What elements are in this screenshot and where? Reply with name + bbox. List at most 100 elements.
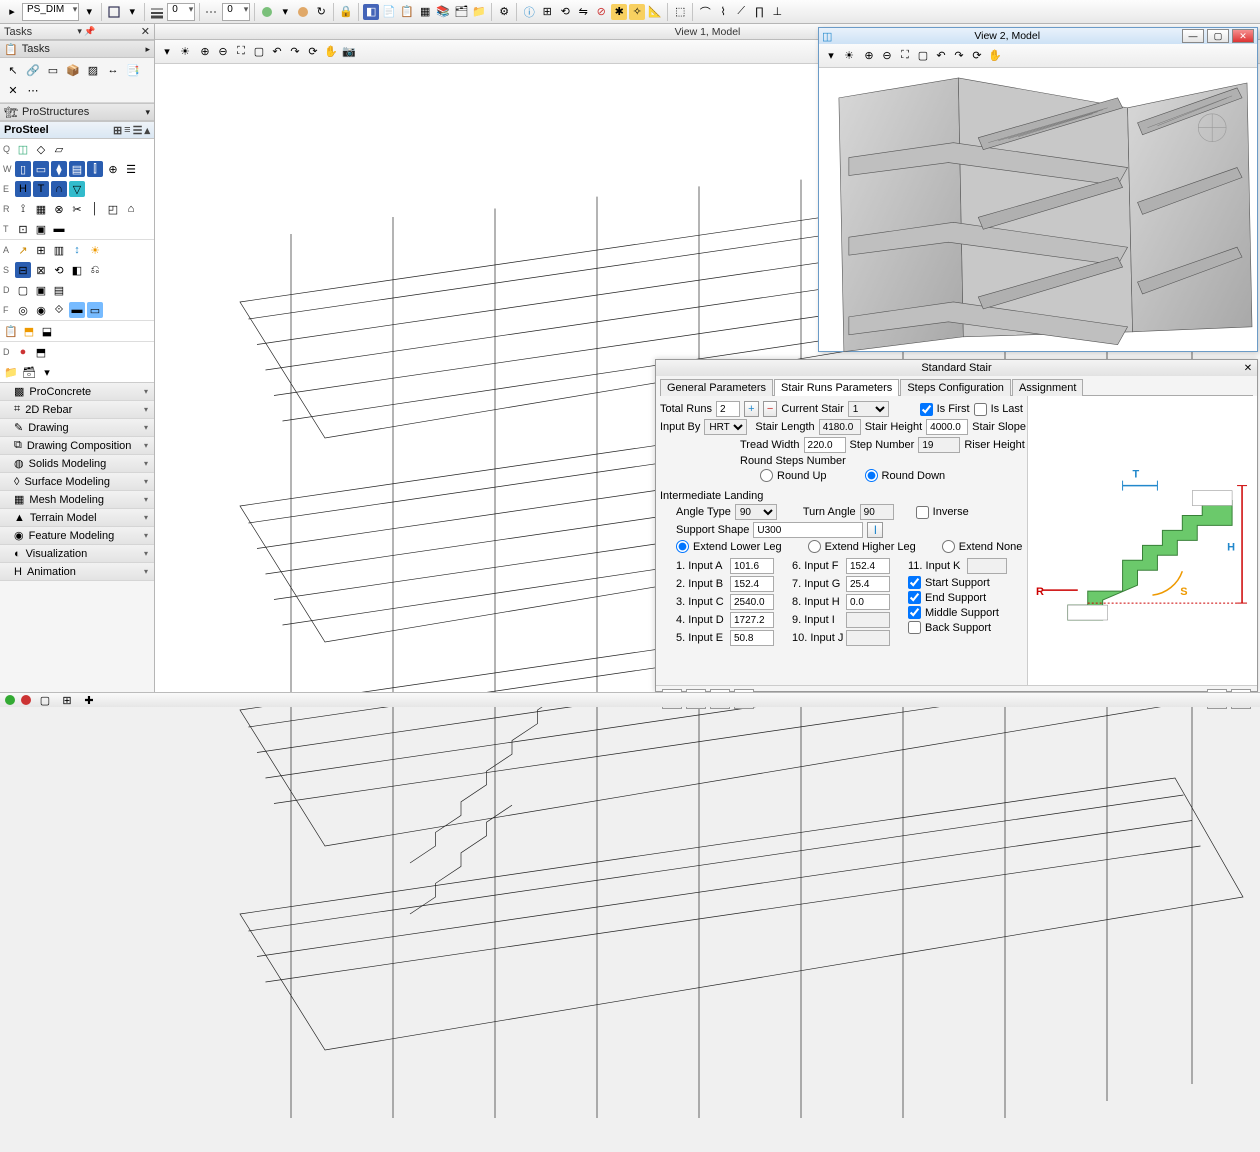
middle-support-checkbox[interactable]: [908, 606, 921, 619]
linetype-combo[interactable]: 0: [222, 3, 250, 21]
dialog-close-icon[interactable]: ✕: [1241, 361, 1255, 373]
d2-icon[interactable]: ▣: [33, 282, 49, 298]
end-support-checkbox[interactable]: [908, 591, 921, 604]
view2-header[interactable]: ◫ View 2, Model — ▢ ✕: [819, 28, 1257, 44]
prevview-icon[interactable]: ↶: [269, 44, 285, 60]
input-b[interactable]: [730, 576, 774, 592]
cube2-icon[interactable]: ▦: [417, 4, 433, 20]
a1-icon[interactable]: ↗: [15, 242, 31, 258]
minimize-button[interactable]: —: [1182, 29, 1204, 43]
rotateview-icon[interactable]: ⟳: [305, 44, 321, 60]
prevview-icon[interactable]: ↶: [933, 48, 949, 64]
copy2-icon[interactable]: 📑: [124, 61, 142, 79]
view-menu-icon[interactable]: ▾: [159, 44, 175, 60]
input-by-select[interactable]: HRT: [704, 419, 747, 435]
view-grid-icon[interactable]: ⊞: [113, 124, 122, 137]
is-first-checkbox[interactable]: [920, 403, 933, 416]
tab-steps[interactable]: Steps Configuration: [900, 379, 1011, 396]
brace-icon[interactable]: ⧫: [51, 161, 67, 177]
s5-icon[interactable]: ⎌: [87, 262, 103, 278]
view-menu-icon[interactable]: ▾: [823, 48, 839, 64]
back-support-checkbox[interactable]: [908, 621, 921, 634]
prosteel-section[interactable]: ProSteel ⊞ ≡ ☰ ▴: [0, 121, 154, 139]
group-proconcrete[interactable]: ▩ProConcrete▾: [0, 383, 154, 401]
stair-height-input[interactable]: [926, 419, 968, 435]
tasks-tab[interactable]: 📋 Tasks ▸: [0, 40, 154, 58]
ladder-icon[interactable]: ☰: [123, 161, 139, 177]
dropdown-icon[interactable]: ▾: [277, 4, 293, 20]
col-icon[interactable]: ▯: [15, 161, 31, 177]
view2-canvas[interactable]: [819, 68, 1257, 352]
g2-icon[interactable]: ⬒: [21, 323, 37, 339]
group-surface[interactable]: ◊Surface Modeling▾: [0, 473, 154, 491]
window-icon[interactable]: ▢: [251, 44, 267, 60]
support-shape-input[interactable]: [753, 522, 863, 538]
beam-icon[interactable]: ◫: [15, 141, 31, 157]
a4-icon[interactable]: ↕: [69, 242, 85, 258]
page-icon[interactable]: 📄: [381, 4, 397, 20]
dropdown-icon[interactable]: ▾: [124, 4, 140, 20]
g1-icon[interactable]: 📋: [3, 323, 19, 339]
tab-runs[interactable]: Stair Runs Parameters: [774, 379, 899, 396]
group-drawing[interactable]: ✎Drawing▾: [0, 419, 154, 437]
zoomout-icon[interactable]: ⊖: [879, 48, 895, 64]
a3-icon[interactable]: ▥: [51, 242, 67, 258]
copy-icon[interactable]: 📋: [399, 4, 415, 20]
stair-icon[interactable]: ▤: [69, 161, 85, 177]
beam2-icon[interactable]: ▭: [33, 161, 49, 177]
view-list-icon[interactable]: ≡: [124, 124, 130, 137]
pointer-icon[interactable]: ↖: [4, 61, 22, 79]
fit-icon[interactable]: ⛶: [233, 44, 249, 60]
zoom-icon[interactable]: ⊕: [861, 48, 877, 64]
zoomout-icon[interactable]: ⊖: [215, 44, 231, 60]
inverse-checkbox[interactable]: [916, 506, 929, 519]
sec1-icon[interactable]: H: [15, 181, 31, 197]
remove-run-button[interactable]: −: [763, 401, 778, 417]
t2-icon[interactable]: ▣: [33, 221, 49, 237]
i1-icon[interactable]: 📁: [3, 364, 19, 380]
weld-icon[interactable]: ⟟: [15, 201, 31, 217]
cross-icon[interactable]: ✕: [4, 81, 22, 99]
t3-icon[interactable]: ▬: [51, 221, 67, 237]
shape1-icon[interactable]: ⌒: [697, 4, 713, 20]
camera-icon[interactable]: 📷: [341, 44, 357, 60]
round-down-radio[interactable]: [865, 469, 878, 482]
settings-icon[interactable]: ⚙: [496, 4, 512, 20]
coords-icon[interactable]: ⊞: [539, 4, 555, 20]
s3-icon[interactable]: ⟲: [51, 262, 67, 278]
view-detail-icon[interactable]: ☰: [133, 124, 143, 137]
input-h[interactable]: [846, 594, 890, 610]
s4-icon[interactable]: ◧: [69, 262, 85, 278]
pin-icon[interactable]: ▾ 📌: [77, 26, 95, 37]
group-drawing-comp[interactable]: ⧉Drawing Composition▾: [0, 437, 154, 455]
cube-icon[interactable]: ◧: [363, 4, 379, 20]
fit-icon[interactable]: ⛶: [897, 48, 913, 64]
input-g[interactable]: [846, 576, 890, 592]
linetype-icon[interactable]: [204, 4, 220, 20]
joint-icon[interactable]: ◇: [33, 141, 49, 157]
link-icon[interactable]: 🔗: [24, 61, 42, 79]
g3-icon[interactable]: ⬓: [39, 323, 55, 339]
close-button[interactable]: ✕: [1232, 29, 1254, 43]
input-a[interactable]: [730, 558, 774, 574]
input-d[interactable]: [730, 612, 774, 628]
lock-icon[interactable]: 🔒: [338, 4, 354, 20]
add-run-button[interactable]: +: [744, 401, 759, 417]
group-feature[interactable]: ◉Feature Modeling▾: [0, 527, 154, 545]
highlight2-icon[interactable]: ✧: [629, 4, 645, 20]
sec2-icon[interactable]: T: [33, 181, 49, 197]
swap-icon[interactable]: ↻: [313, 4, 329, 20]
more-icon[interactable]: ⋯: [24, 81, 42, 99]
highlight-icon[interactable]: ✱: [611, 4, 627, 20]
d1-icon[interactable]: ▢: [15, 282, 31, 298]
tab-general[interactable]: General Parameters: [660, 379, 773, 396]
arc-icon[interactable]: │: [87, 201, 103, 217]
group-anim[interactable]: HAnimation▾: [0, 563, 154, 581]
i3-icon[interactable]: ▾: [39, 364, 55, 380]
sun-icon[interactable]: ☀: [177, 44, 193, 60]
status-tool2-icon[interactable]: ⊞: [59, 692, 75, 708]
cut-icon[interactable]: ✂: [69, 201, 85, 217]
bolt-icon[interactable]: ⊗: [51, 201, 67, 217]
sec4-icon[interactable]: ▽: [69, 181, 85, 197]
collapse-icon[interactable]: ▴: [144, 124, 150, 137]
